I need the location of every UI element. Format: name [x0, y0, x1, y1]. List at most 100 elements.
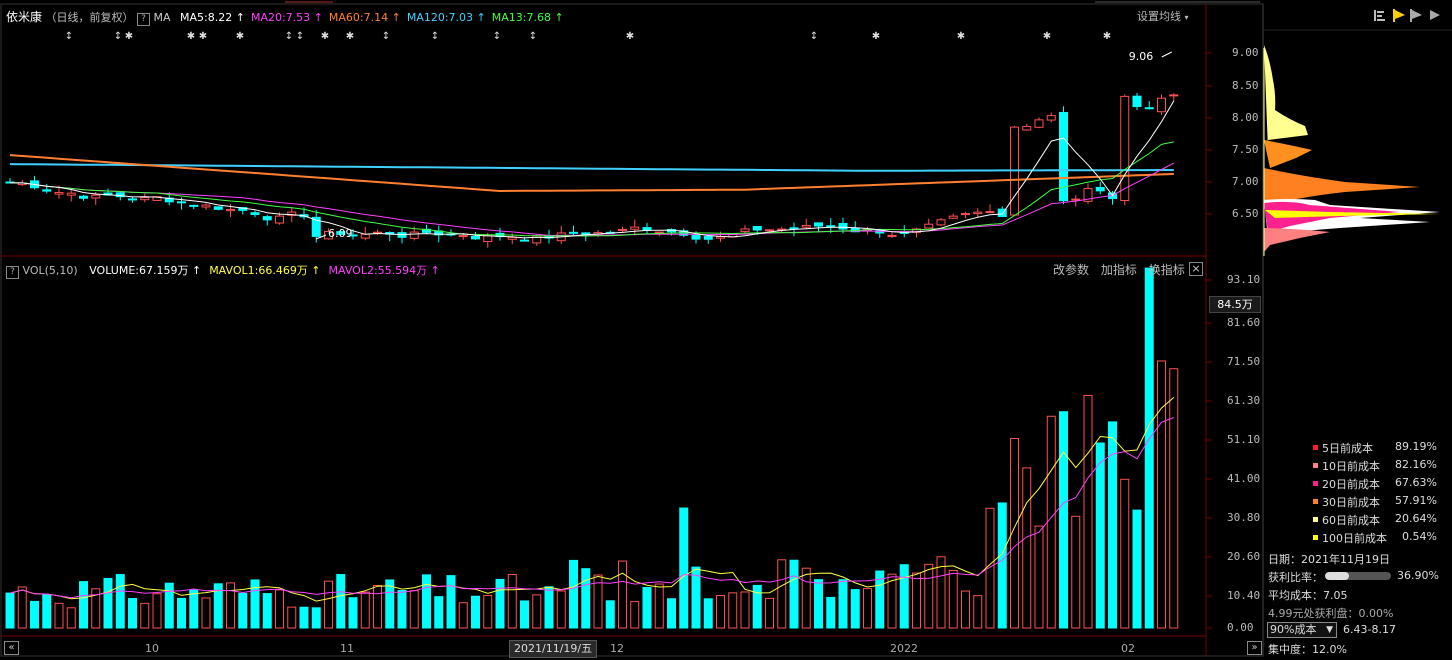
volume-bar	[1120, 478, 1130, 629]
cost-legend-row: 5日前成本 89.19%	[1311, 440, 1437, 456]
event-marker-icon: ✱	[236, 31, 244, 42]
volume-bar	[1132, 509, 1142, 629]
candle-body	[458, 235, 468, 238]
event-marker-icon: ✱	[321, 31, 329, 42]
candle-body	[54, 191, 64, 195]
ma-item-0: MA5:8.22 ↑	[180, 11, 245, 24]
candle-body	[887, 234, 897, 237]
candle-body	[1144, 107, 1154, 110]
price-tick-0: 9.00	[1232, 46, 1259, 59]
candle-body	[801, 225, 811, 228]
volume-bar	[912, 572, 921, 629]
volume-bar	[336, 574, 346, 629]
volume-help-icon[interactable]: ?	[6, 266, 19, 279]
volume-buttons: 改参数 加指标 换指标	[1053, 261, 1185, 278]
event-marker-icon: ✱	[346, 31, 354, 42]
candle-body	[471, 235, 480, 240]
candle-body	[79, 195, 88, 199]
event-marker-icon: ↕	[285, 31, 293, 42]
volume-items: VOLUME:67.159万 ↑ MAVOL1:66.469万 ↑ MAVOL2:5…	[81, 264, 440, 277]
legend-swatch	[1313, 481, 1318, 486]
volume-bar	[973, 595, 983, 629]
time-label-12: 12	[610, 642, 624, 655]
legend-percent: 20.64%	[1395, 512, 1437, 525]
cost-date: 日期：2021年11月19日	[1268, 553, 1390, 566]
volume-bar	[1169, 368, 1179, 629]
candle-body	[814, 222, 823, 227]
legend-label: 10日前成本	[1322, 460, 1380, 473]
volume-bar	[54, 602, 64, 629]
event-marker-icon: ↕	[431, 31, 439, 42]
cost-legend-row: 60日前成本 20.64%	[1311, 512, 1437, 528]
cost-legend-row: 10日前成本 82.16%	[1311, 458, 1437, 474]
volume-bar	[422, 574, 431, 629]
volume-bar	[667, 598, 676, 629]
volume-bar	[1095, 442, 1105, 629]
candle-body	[838, 223, 848, 230]
candle-body	[177, 201, 186, 204]
chip-flag-gray-icon[interactable]	[1410, 9, 1422, 22]
legend-swatch	[1313, 535, 1318, 540]
event-marker-icon: ↕	[114, 31, 122, 42]
legend-swatch	[1313, 517, 1318, 522]
add-indicator-button[interactable]: 加指标	[1101, 263, 1137, 277]
volume-bar	[642, 586, 652, 629]
volume-bar	[30, 600, 39, 629]
cost-profile-60d	[1264, 45, 1308, 150]
price-tick-2: 8.00	[1232, 111, 1259, 124]
volume-bar	[801, 567, 811, 629]
volume-bar	[471, 595, 480, 629]
volume-bar	[1071, 515, 1081, 629]
event-marker-icon: ✱	[187, 31, 195, 42]
volume-tick-4: 51.10	[1227, 433, 1261, 446]
triangle-play-icon[interactable]	[1430, 10, 1440, 20]
volume-bar	[1034, 525, 1044, 629]
volume-bar	[152, 593, 162, 629]
volume-bar	[532, 594, 542, 629]
candle-body	[1095, 186, 1105, 192]
volume-bar	[703, 598, 713, 629]
volume-bar	[765, 597, 774, 629]
volume-bar	[201, 597, 211, 629]
scroll-right-icon[interactable]: »	[1247, 641, 1262, 655]
candle-body	[275, 215, 284, 224]
chip-flag-icon[interactable]	[1374, 10, 1385, 21]
volume-bar	[863, 588, 872, 629]
candle-body	[630, 226, 640, 230]
cost-range: 6.43-8.17	[1343, 623, 1396, 636]
help-icon[interactable]: ?	[137, 13, 151, 26]
event-marker-icon: ↕	[810, 31, 818, 42]
profit-ratio-label: 获利比率：	[1268, 571, 1323, 584]
volume-bar	[740, 591, 750, 629]
event-marker-icon: ✱	[1103, 31, 1111, 42]
legend-percent: 0.54%	[1402, 530, 1437, 543]
volume-bar	[605, 600, 615, 629]
close-icon[interactable]: ×	[1189, 262, 1203, 276]
scroll-left-icon[interactable]: «	[4, 641, 19, 655]
volume-tick-0: 93.10	[1227, 273, 1261, 286]
stock-name: 依米康	[6, 10, 43, 24]
settings-ma-button[interactable]: 设置均线 ▾	[1137, 8, 1189, 24]
cost-percent-select[interactable]: 90%成本 ▼	[1267, 622, 1337, 638]
volume-bar	[1022, 467, 1032, 629]
candle-body	[703, 236, 713, 240]
volume-bar	[446, 575, 456, 629]
volume-bar	[409, 590, 419, 629]
time-label-2022: 2022	[890, 642, 918, 655]
profit-at-price: 4.99元处获利盘：0.00%	[1268, 607, 1394, 620]
time-label-11: 11	[340, 642, 354, 655]
volume-bar	[789, 559, 799, 629]
price-tick-5: 6.50	[1232, 207, 1259, 220]
change-params-button[interactable]: 改参数	[1053, 263, 1089, 277]
cost-legend-row: 30日前成本 57.91%	[1311, 494, 1437, 510]
profit-ratio-value: 36.90%	[1397, 569, 1439, 582]
volume-bar	[360, 591, 370, 629]
volume-tick-8: 10.40	[1227, 589, 1261, 602]
event-marker-icon: ✱	[626, 31, 634, 42]
switch-indicator-button[interactable]: 换指标	[1149, 263, 1185, 277]
volume-bar	[348, 597, 358, 629]
volume-bar	[483, 594, 493, 629]
volume-bar	[728, 592, 738, 629]
chip-flag-active-icon[interactable]	[1393, 9, 1405, 22]
ma13-line	[10, 141, 1174, 237]
